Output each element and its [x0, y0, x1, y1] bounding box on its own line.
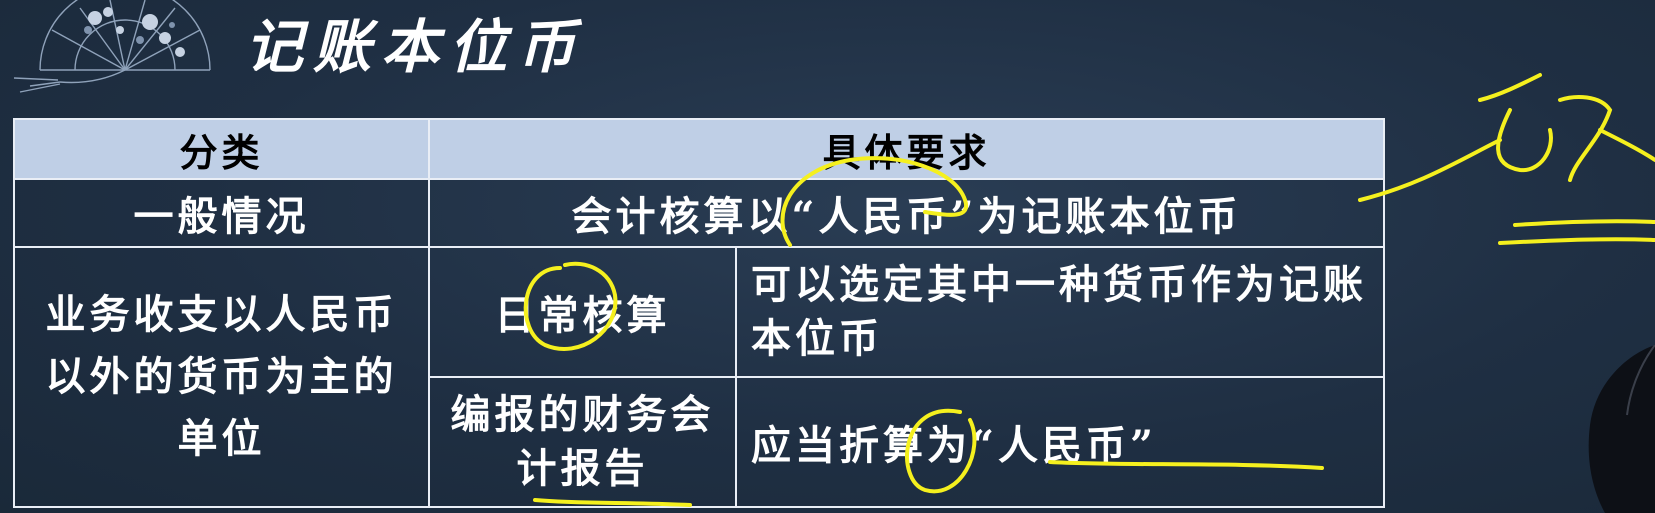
folding-fan-icon [13, 0, 211, 93]
category-foreign-currency: 业务收支以人民币以外的货币为主的单位 [13, 246, 430, 508]
sub-financial-report: 编报的财务会计报告 [428, 376, 737, 508]
table-row: 业务收支以人民币以外的货币为主的单位 日常核算 可以选定其中一种货币作为记账本位… [13, 246, 1386, 508]
category-general: 一般情况 [13, 178, 430, 248]
header-category: 分类 [13, 118, 430, 180]
sub-daily-accounting: 日常核算 [428, 246, 737, 378]
table-header-row: 分类 具体要求 [13, 118, 1386, 180]
requirement-daily-accounting: 可以选定其中一种货币作为记账本位币 [734, 246, 1386, 378]
handwritten-note-annotation [1358, 73, 1655, 245]
presenter-silhouette [1588, 345, 1655, 513]
currency-rules-table: 分类 具体要求 一般情况 会计核算以“人民币”为记账本位币 业务收支以人民币以外… [13, 118, 1386, 508]
slide-title: 记账本位币 [245, 13, 586, 81]
requirement-financial-report: 应当折算为“人民币” [734, 376, 1386, 508]
header-requirement: 具体要求 [427, 118, 1386, 180]
requirement-general: 会计核算以“人民币”为记账本位币 [427, 178, 1386, 248]
slide: 记账本位币 分类 具体要求 一般情况 会计核算以“人民币”为记账本位币 业务收支… [0, 0, 1655, 513]
table-row: 一般情况 会计核算以“人民币”为记账本位币 [13, 178, 1386, 248]
